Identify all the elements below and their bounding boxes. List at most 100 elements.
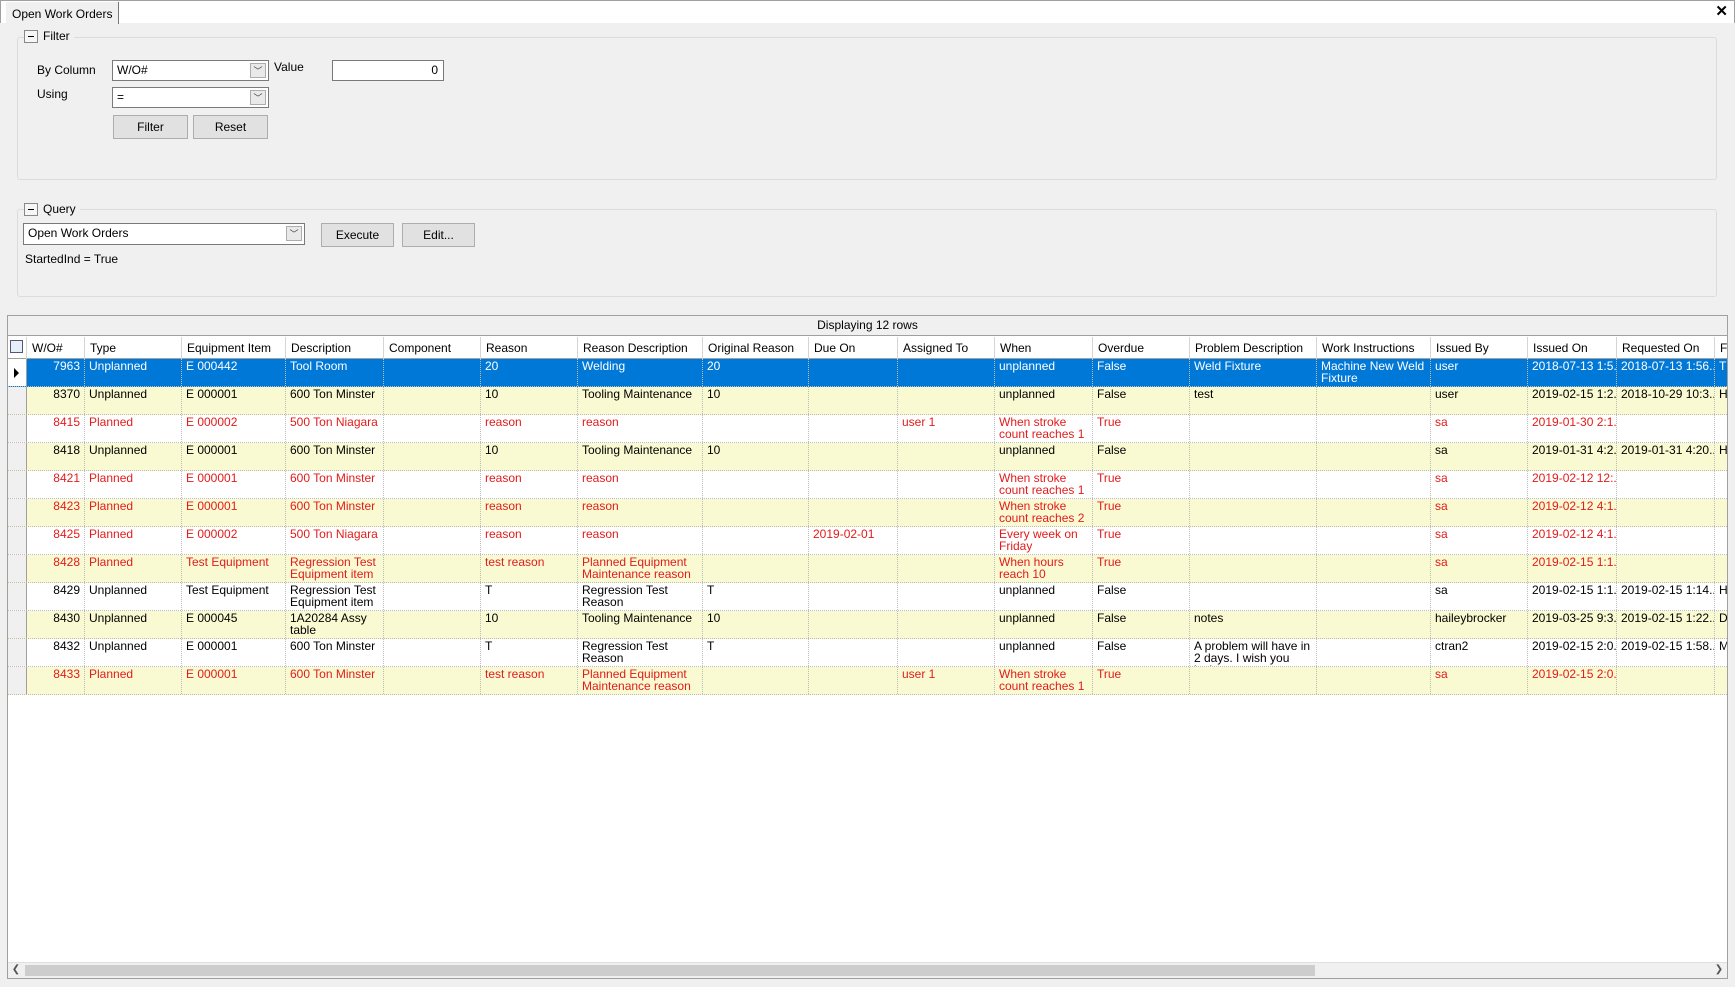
column-header[interactable]: Description [286,337,384,359]
table-cell[interactable] [809,667,898,694]
table-cell[interactable]: E 000002 [182,415,286,442]
column-header[interactable]: Requested On [1617,337,1715,359]
table-cell[interactable]: Unplanned [85,359,182,386]
table-cell[interactable]: 2019-02-15 1:1... [1528,583,1617,610]
scroll-right-icon[interactable]: ❯ [1712,964,1726,975]
table-cell[interactable]: Planned [85,555,182,582]
close-icon[interactable]: ✕ [1715,2,1728,20]
table-row[interactable]: 8418 Unplanned E 000001 600 Ton Minster 10 To… [8,443,1727,471]
table-cell[interactable]: Planned [85,499,182,526]
column-header[interactable]: Component [384,337,481,359]
table-cell[interactable]: 2019-02-01 [809,527,898,554]
chevron-down-icon[interactable]: ﹀ [250,63,266,78]
table-cell[interactable] [1317,639,1431,666]
table-cell[interactable]: 2019-02-12 4:1... [1528,527,1617,554]
table-cell[interactable]: E 000002 [182,527,286,554]
table-cell[interactable]: sa [1431,415,1528,442]
column-header[interactable]: Issued By [1431,337,1528,359]
table-cell[interactable] [898,387,995,414]
table-cell[interactable] [1617,527,1715,554]
table-cell[interactable]: Planned [85,667,182,694]
table-row[interactable]: 8428 Planned Test Equipment Regression Test… [8,555,1727,583]
table-cell[interactable]: 2019-02-12 4:1... [1528,499,1617,526]
table-cell[interactable] [1317,443,1431,470]
collapse-query-icon[interactable] [24,202,38,216]
table-cell[interactable]: False [1093,611,1190,638]
scroll-left-icon[interactable]: ❮ [9,964,23,975]
table-cell[interactable]: False [1093,387,1190,414]
table-cell[interactable] [1317,387,1431,414]
column-header[interactable]: Reason [481,337,578,359]
column-header[interactable]: Overdue [1093,337,1190,359]
table-cell[interactable] [384,583,481,610]
table-cell[interactable] [703,499,809,526]
table-cell[interactable] [703,415,809,442]
table-cell[interactable]: Test Equipment [182,555,286,582]
table-cell[interactable]: 10 [481,443,578,470]
table-cell[interactable] [703,555,809,582]
table-cell[interactable] [809,415,898,442]
table-cell[interactable]: reason [481,499,578,526]
table-cell[interactable]: user [1431,359,1528,386]
table-cell[interactable]: 600 Ton Minster [286,387,384,414]
table-cell[interactable]: sa [1431,555,1528,582]
table-cell[interactable]: 2018-07-13 1:5... [1528,359,1617,386]
table-cell[interactable]: 8433 [27,667,85,694]
table-cell[interactable]: H [1715,583,1727,610]
table-cell[interactable]: 8418 [27,443,85,470]
chevron-down-icon[interactable]: ﹀ [286,226,302,241]
table-cell[interactable]: 20 [703,359,809,386]
value-input[interactable]: 0 [332,60,444,81]
table-cell[interactable]: False [1093,583,1190,610]
table-cell[interactable]: reason [481,415,578,442]
column-header[interactable]: When [995,337,1093,359]
table-cell[interactable]: 600 Ton Minster [286,639,384,666]
collapse-filter-icon[interactable] [24,29,38,43]
table-cell[interactable]: ctran2 [1431,639,1528,666]
table-cell[interactable]: Planned Equipment Maintenance reason [578,667,703,694]
table-cell[interactable]: 2019-02-15 1:14... [1617,583,1715,610]
table-cell[interactable]: True [1093,667,1190,694]
row-header[interactable] [8,527,27,554]
table-cell[interactable] [809,443,898,470]
column-header[interactable]: Assigned To [898,337,995,359]
row-header[interactable] [8,667,27,694]
table-cell[interactable]: unplanned [995,583,1093,610]
table-cell[interactable]: 8370 [27,387,85,414]
table-cell[interactable]: notes [1190,611,1317,638]
table-cell[interactable]: 600 Ton Minster [286,667,384,694]
table-cell[interactable] [1190,667,1317,694]
table-cell[interactable]: Planned Equipment Maintenance reason [578,555,703,582]
table-cell[interactable] [384,443,481,470]
table-cell[interactable] [1617,471,1715,498]
table-cell[interactable]: sa [1431,443,1528,470]
table-cell[interactable]: 2019-03-25 9:3... [1528,611,1617,638]
reset-button[interactable]: Reset [193,115,268,139]
column-header[interactable]: Work Instructions [1317,337,1431,359]
table-cell[interactable]: 2019-02-15 2:0... [1528,667,1617,694]
table-row[interactable]: 8370 Unplanned E 000001 600 Ton Minster 10 To… [8,387,1727,415]
table-cell[interactable]: M [1715,639,1727,666]
table-cell[interactable]: E 000001 [182,443,286,470]
table-cell[interactable]: 8415 [27,415,85,442]
table-cell[interactable]: Regression Test Reason [578,639,703,666]
table-cell[interactable]: sa [1431,527,1528,554]
table-cell[interactable]: Tool Room [286,359,384,386]
table-cell[interactable]: sa [1431,499,1528,526]
table-cell[interactable] [1317,527,1431,554]
table-cell[interactable]: Weld Fixture [1190,359,1317,386]
table-cell[interactable]: user 1 [898,667,995,694]
table-row[interactable]: 8432 Unplanned E 000001 600 Ton Minster T Reg… [8,639,1727,667]
column-header[interactable]: Reason Description [578,337,703,359]
execute-button[interactable]: Execute [321,223,394,247]
table-cell[interactable]: Tooling Maintenance [578,443,703,470]
row-header[interactable] [8,611,27,638]
table-cell[interactable]: 2018-10-29 10:3... [1617,387,1715,414]
table-cell[interactable] [898,471,995,498]
table-row[interactable]: 8429 Unplanned Test Equipment Regression Te… [8,583,1727,611]
table-cell[interactable]: Unplanned [85,639,182,666]
table-cell[interactable]: Planned [85,415,182,442]
using-select[interactable]: = ﹀ [112,87,269,108]
row-header[interactable] [8,387,27,414]
table-cell[interactable]: reason [481,471,578,498]
